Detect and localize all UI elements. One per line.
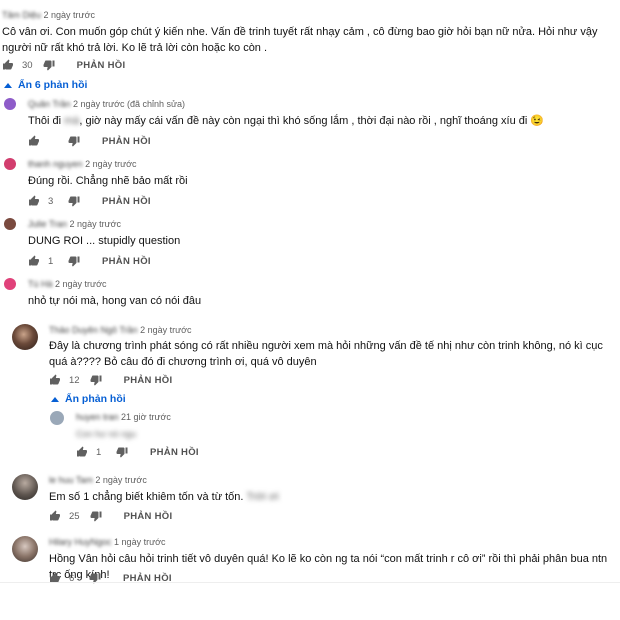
comment-meta: le huu Tam 2 ngày trước [49, 475, 147, 485]
avatar[interactable] [4, 98, 16, 110]
reply-button[interactable]: PHẢN HỒI [77, 60, 126, 71]
avatar[interactable] [4, 218, 16, 230]
comment-meta: huyen tran 21 giờ trước [76, 412, 171, 422]
thumbs-down-icon[interactable] [90, 510, 102, 522]
reply-button[interactable]: PHẢN HỒI [124, 511, 173, 522]
hide-replies-label: Ẩn phản hồi [65, 393, 126, 405]
like-count: 1 [96, 446, 102, 458]
hide-replies-label: Ẩn 6 phản hồi [18, 79, 88, 91]
comment-time[interactable]: 21 giờ trước [121, 412, 171, 422]
blurred-text: mà [64, 115, 80, 127]
comment-author[interactable]: Hilary HuyNgoc [49, 537, 112, 547]
comment-text: Đúng rồi. Chẳng nhẽ bảo mất rồi [28, 175, 188, 187]
comment-actions: 30 PHẢN HỒI [2, 58, 125, 72]
comment-time[interactable]: 2 ngày trước [95, 475, 146, 485]
comment-author[interactable]: thanh nguyen [28, 159, 83, 169]
comment-meta: Hilary HuyNgoc 1 ngày trước [49, 537, 166, 547]
comment-author[interactable]: Quân Trần [28, 99, 71, 109]
comment-text: Con hư nó ngu [76, 429, 137, 439]
blurred-text: Trời ơi [246, 491, 279, 503]
like-count: 25 [69, 510, 80, 522]
comment-meta: Tú Hà 2 ngày trước [28, 279, 106, 289]
comment-actions: 1 PHẢN HỒI [28, 254, 151, 268]
thumbs-down-icon[interactable] [68, 255, 80, 267]
avatar[interactable] [4, 278, 16, 290]
comment-meta: Thảo Duyên Ngô Trần 2 ngày trước [49, 325, 192, 335]
comment-author[interactable]: Thảo Duyên Ngô Trần [49, 325, 138, 335]
avatar[interactable] [12, 324, 38, 350]
reply-button[interactable]: PHẢN HỒI [124, 375, 173, 386]
comment-author[interactable]: Tâm Diệu [2, 10, 41, 20]
avatar[interactable] [12, 474, 38, 500]
like-count: 3 [48, 195, 54, 207]
reply-button[interactable]: PHẢN HỒI [102, 196, 151, 207]
comment-text: nhỏ tự nói mà, hong van có nói đâu [28, 295, 202, 307]
thumbs-up-icon[interactable] [28, 195, 40, 207]
thumbs-down-icon[interactable] [90, 374, 102, 386]
comment-time[interactable]: 2 ngày trước [44, 10, 95, 20]
comment-actions: 3 PHẢN HỒI [28, 194, 151, 208]
avatar[interactable] [50, 411, 64, 425]
comment-text: Đây là chương trình phát sóng có rất nhi… [49, 340, 603, 368]
comment-actions: 25 PHẢN HỒI [49, 509, 172, 523]
reply-button[interactable]: PHẢN HỒI [102, 136, 151, 147]
comment-time[interactable]: 2 ngày trước [140, 325, 191, 335]
thumbs-up-icon[interactable] [49, 510, 61, 522]
thumbs-down-icon[interactable] [68, 195, 80, 207]
like-count: 12 [69, 374, 80, 386]
comment-text: Thôi đi mà, giờ này mấy cái vấn đề này c… [28, 115, 545, 127]
comment-time[interactable]: 2 ngày trước [55, 279, 106, 289]
comment-time[interactable]: 2 ngày trước [85, 159, 136, 169]
comment-meta: Quân Trần 2 ngày trước (đã chỉnh sửa) [28, 99, 185, 109]
comment-text: Cô vân ơi. Con muốn góp chút ý kiến nhe.… [2, 26, 598, 54]
thumbs-up-icon[interactable] [2, 59, 14, 71]
hide-replies-button[interactable]: Ẩn 6 phản hồi [4, 79, 87, 91]
hide-replies-button[interactable]: Ẩn phản hồi [51, 393, 126, 405]
comment-meta: Tâm Diệu 2 ngày trước [2, 10, 95, 20]
like-count: 30 [22, 59, 33, 71]
comment-actions: PHẢN HỒI [28, 134, 151, 148]
divider [0, 582, 620, 583]
thumbs-up-icon[interactable] [28, 135, 40, 147]
thumbs-down-icon[interactable] [43, 59, 55, 71]
comment-author[interactable]: Julie Tran [28, 219, 67, 229]
comment-time[interactable]: 1 ngày trước [114, 537, 165, 547]
avatar[interactable] [4, 158, 16, 170]
comment-author[interactable]: le huu Tam [49, 475, 93, 485]
avatar[interactable] [12, 536, 38, 562]
comment-meta: Julie Tran 2 ngày trước [28, 219, 121, 229]
reply-button[interactable]: PHẢN HỒI [150, 447, 199, 458]
comment-time[interactable]: 2 ngày trước [70, 219, 121, 229]
thumbs-down-icon[interactable] [116, 446, 128, 458]
like-count: 1 [48, 255, 54, 267]
comment-actions: 1 PHẢN HỒI [76, 445, 199, 459]
comment-author[interactable]: Tú Hà [28, 279, 53, 289]
thumbs-down-icon[interactable] [68, 135, 80, 147]
caret-up-icon [51, 397, 59, 402]
thumbs-up-icon[interactable] [76, 446, 88, 458]
comment-meta: thanh nguyen 2 ngày trước [28, 159, 137, 169]
comment-actions: 12 PHẢN HỒI [49, 373, 172, 387]
comment-author[interactable]: huyen tran [76, 412, 119, 422]
thumbs-up-icon[interactable] [28, 255, 40, 267]
reply-button[interactable]: PHẢN HỒI [102, 256, 151, 267]
comment-time[interactable]: 2 ngày trước (đã chỉnh sửa) [73, 99, 185, 109]
caret-up-icon [4, 83, 12, 88]
comment-text: Em số 1 chẳng biết khiêm tốn và từ tốn. … [49, 491, 279, 503]
comment-text: DUNG ROI ... stupidly question [28, 235, 181, 247]
thumbs-up-icon[interactable] [49, 374, 61, 386]
